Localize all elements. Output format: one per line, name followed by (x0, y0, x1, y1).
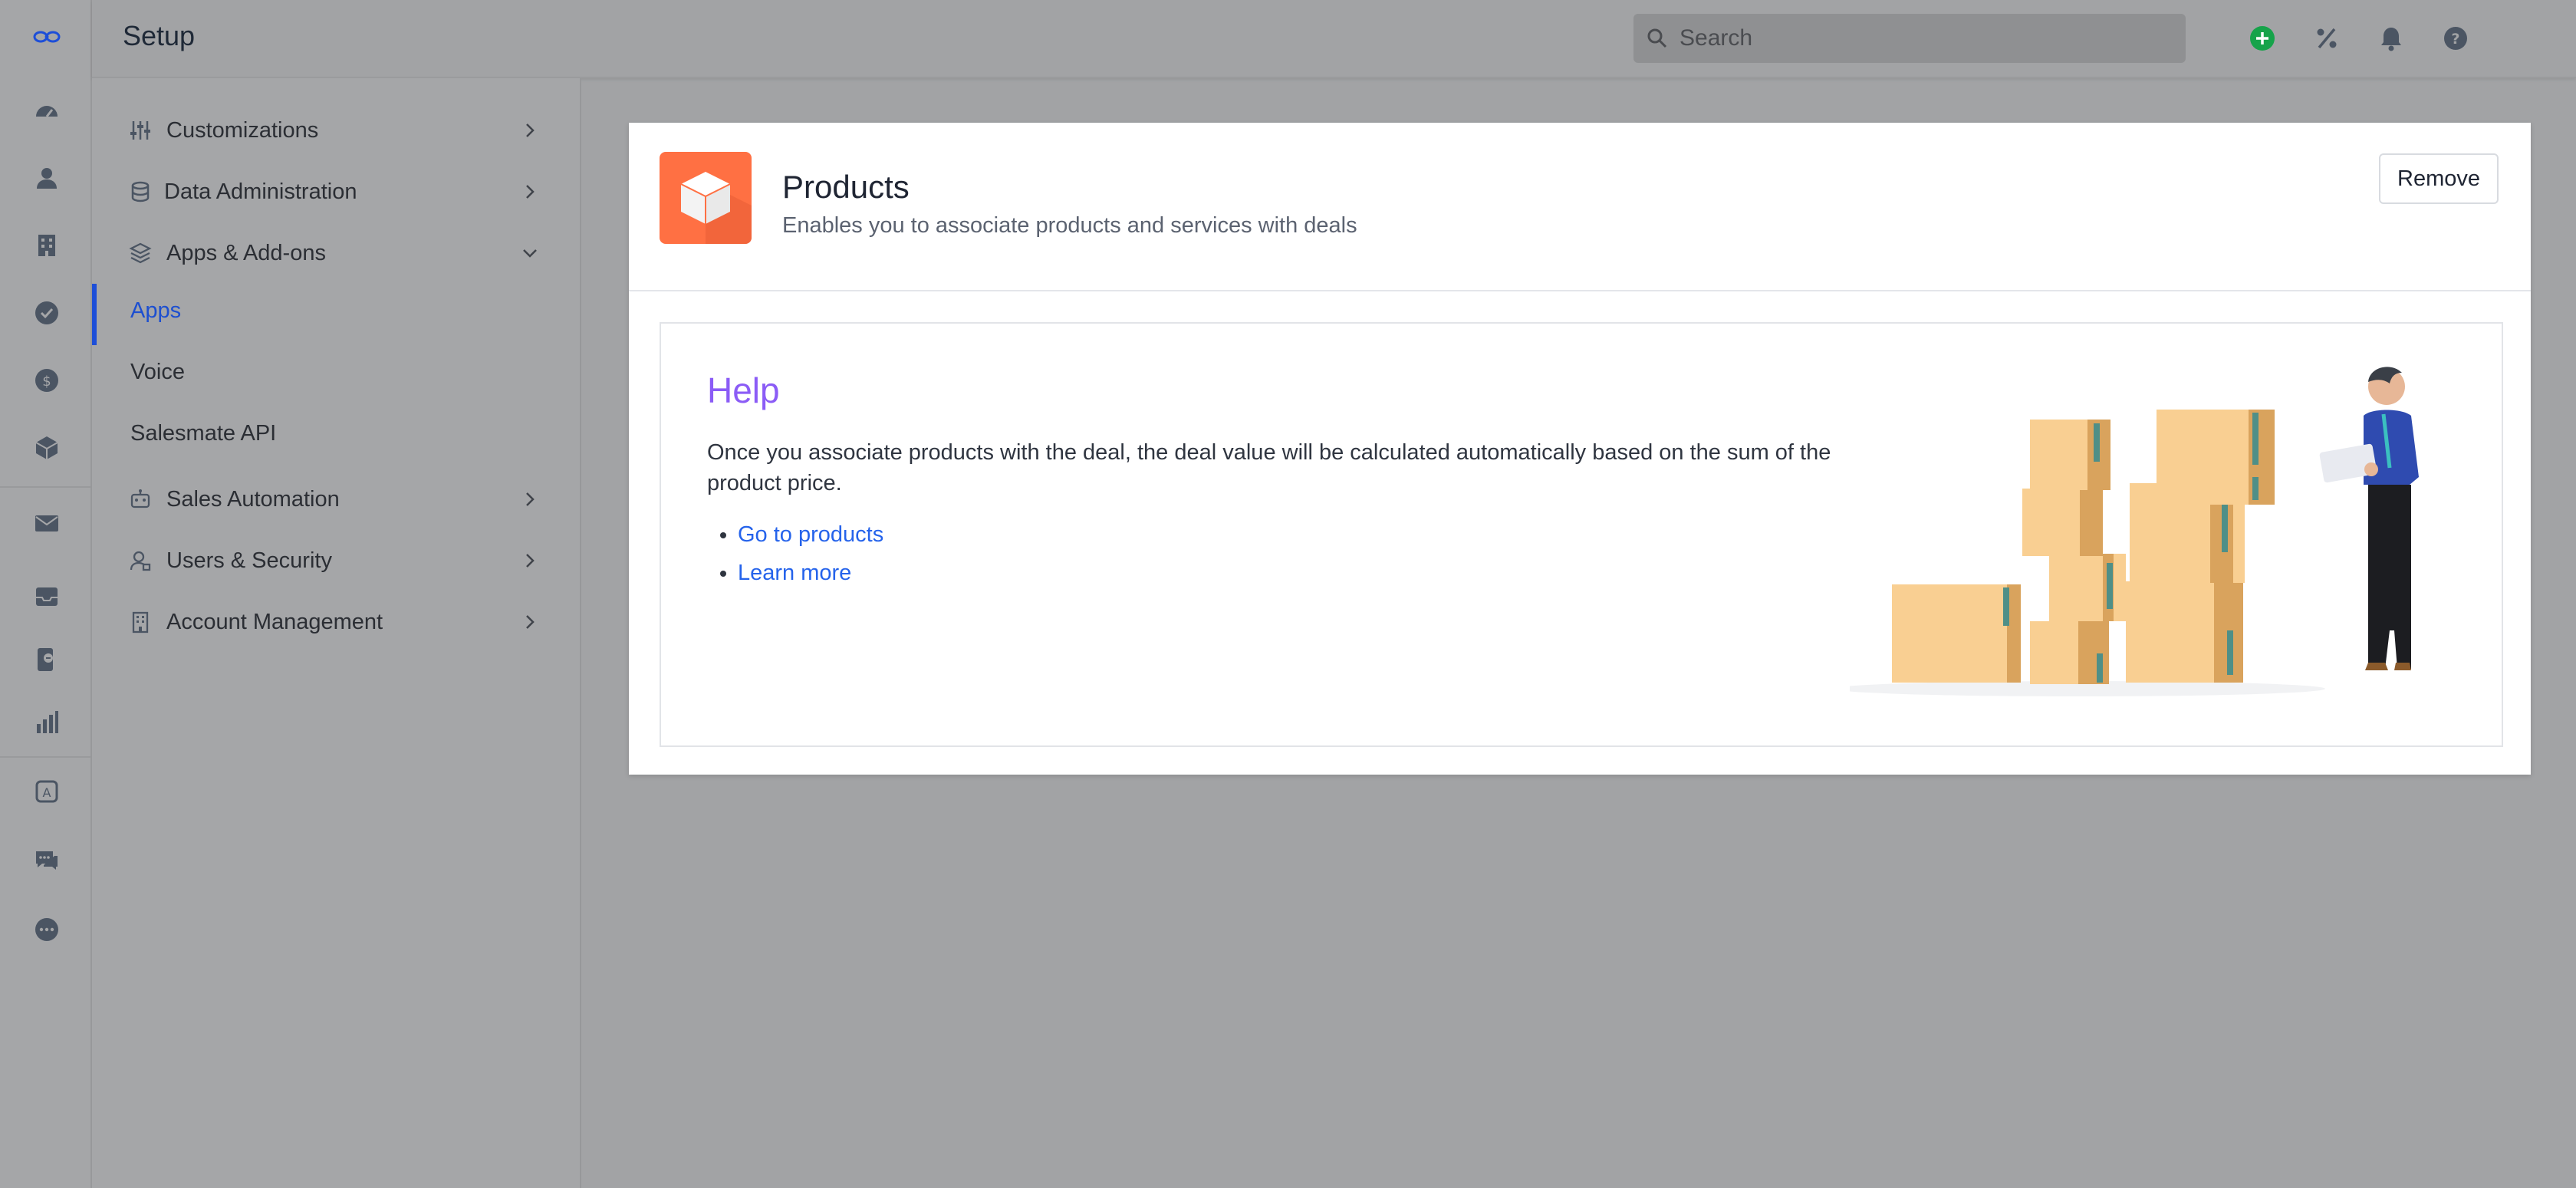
chevron-right-icon (526, 123, 535, 137)
products-icon[interactable] (30, 431, 64, 465)
logo-icon[interactable] (30, 20, 64, 54)
calls-icon[interactable] (30, 643, 64, 676)
bell-icon[interactable] (2374, 21, 2408, 55)
rail-divider (0, 486, 90, 488)
sidebar-item-label: Customizations (166, 117, 319, 143)
sidebar-item-apps-addons[interactable]: Apps & Add-ons (92, 226, 580, 280)
list-item: Go to products (738, 515, 883, 554)
robot-icon (127, 486, 153, 512)
sidebar-item-apps[interactable]: Apps (92, 284, 580, 345)
card-divider (629, 290, 2531, 291)
sidebar-item-account-management[interactable]: Account Management (92, 595, 580, 649)
top-header: Setup ? (92, 0, 2576, 78)
page-title: Setup (123, 20, 196, 51)
boxes-illustration (1850, 367, 2419, 696)
sliders-icon (127, 117, 153, 143)
more-icon[interactable] (30, 913, 64, 946)
help-links: Go to products Learn more (707, 515, 883, 592)
chevron-right-icon (526, 554, 535, 568)
reports-icon[interactable] (30, 706, 64, 739)
percent-icon[interactable] (2310, 21, 2344, 55)
building-icon (127, 609, 153, 635)
sidebar-item-label: Sales Automation (166, 486, 340, 512)
help-icon[interactable]: ? (2439, 21, 2472, 55)
list-item: Learn more (738, 554, 883, 592)
sidebar-item-label: Voice (130, 359, 185, 384)
app-rail: $ A (0, 0, 92, 1188)
search-icon (1647, 28, 1667, 48)
sidebar-item-users-security[interactable]: Users & Security (92, 534, 580, 587)
sidebar-item-customizations[interactable]: Customizations (92, 104, 580, 157)
layers-icon (127, 240, 153, 266)
active-indicator (92, 284, 97, 345)
user-lock-icon (127, 548, 153, 574)
help-section: Help Once you associate products with th… (660, 322, 2503, 747)
app-description: Enables you to associate products and se… (782, 213, 1357, 238)
help-title: Help (707, 370, 780, 410)
sidebar-item-label: Account Management (166, 609, 383, 634)
sidebar-item-label: Data Administration (164, 179, 357, 204)
sidebar-item-salesmate-api[interactable]: Salesmate API (92, 406, 580, 460)
chat-icon[interactable] (30, 844, 64, 877)
deals-icon[interactable]: $ (30, 364, 64, 397)
sidebar-item-label: Apps & Add-ons (166, 240, 326, 265)
help-text: Once you associate products with the dea… (707, 440, 1831, 495)
sidebar-item-label: Users & Security (166, 548, 332, 573)
sidebar-item-label: Apps (130, 298, 182, 323)
chevron-right-icon (526, 185, 535, 199)
chevron-right-icon (526, 615, 535, 629)
companies-icon[interactable] (30, 229, 64, 262)
inbox-icon[interactable] (30, 580, 64, 614)
chevron-right-icon (526, 492, 535, 506)
sidebar-item-data-administration[interactable]: Data Administration (92, 165, 580, 219)
add-icon[interactable] (2245, 21, 2279, 55)
setup-sidebar: Customizations Data Administration Apps … (92, 78, 581, 1188)
tasks-icon[interactable] (30, 296, 64, 330)
database-icon (127, 179, 153, 205)
rail-divider-2 (0, 756, 90, 758)
product-app-icon (660, 152, 752, 244)
learn-more-link[interactable]: Learn more (738, 561, 851, 585)
dashboard-icon[interactable] (30, 94, 64, 127)
chevron-down-icon (523, 249, 537, 258)
app-name: Products (782, 169, 910, 205)
search-input[interactable] (1678, 25, 2141, 52)
automation-icon[interactable]: A (30, 775, 64, 808)
app-detail-card: Products Enables you to associate produc… (629, 123, 2531, 775)
email-icon[interactable] (30, 506, 64, 540)
remove-button[interactable]: Remove (2379, 153, 2499, 204)
go-to-products-link[interactable]: Go to products (738, 522, 883, 547)
contacts-icon[interactable] (30, 161, 64, 195)
svg-text:?: ? (2451, 31, 2459, 48)
svg-text:$: $ (42, 374, 51, 390)
sidebar-item-label: Salesmate API (130, 420, 277, 446)
search-box[interactable] (1633, 14, 2186, 63)
sidebar-item-sales-automation[interactable]: Sales Automation (92, 472, 580, 526)
sidebar-item-voice[interactable]: Voice (92, 345, 580, 399)
svg-text:A: A (43, 785, 51, 800)
